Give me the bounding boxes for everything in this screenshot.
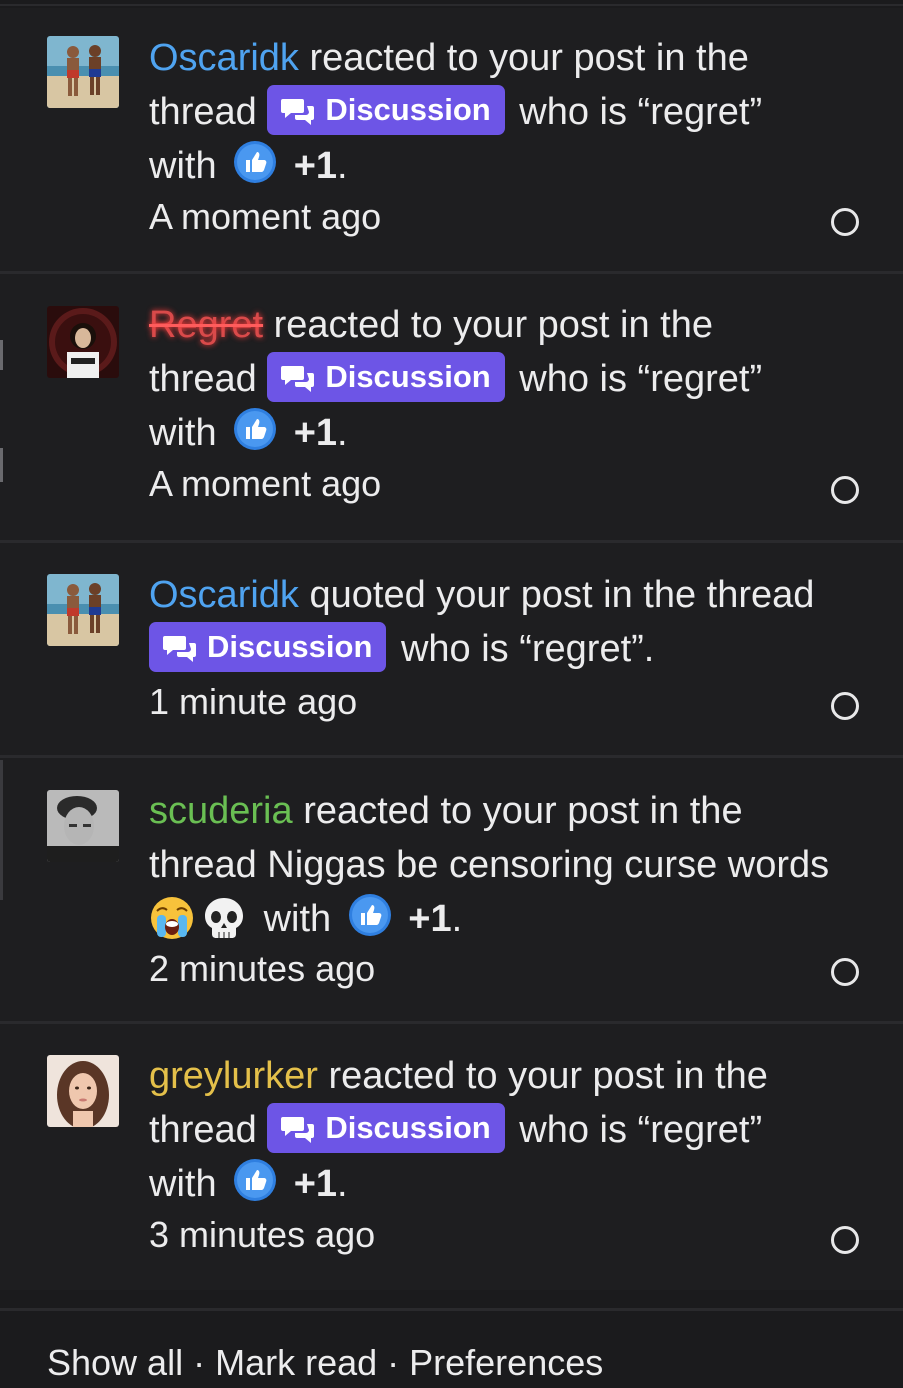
notification-item[interactable]: greylurker reacted to your post in the t… [0, 1024, 903, 1290]
thread-title-link[interactable]: who is “regret” [519, 358, 762, 400]
thread-title-link[interactable]: who is “regret” [519, 1109, 762, 1151]
thumbs-up-icon [234, 1159, 277, 1201]
chat-icon [281, 366, 315, 392]
thumbs-up-icon [348, 894, 391, 936]
thread-title-link[interactable]: who is “regret”. [401, 628, 654, 670]
notification-text: Oscaridk quoted your post in the thread … [149, 568, 869, 676]
timestamp: A moment ago [149, 463, 382, 504]
thread-title-link[interactable]: thread Niggas be censoring curse words [149, 844, 829, 886]
thread-prefix-badge[interactable]: Discussion [267, 352, 505, 402]
action-text: reacted to your post in the [317, 1055, 768, 1097]
action-text: reacted to your post in the [263, 304, 713, 346]
end-punct: . [451, 898, 463, 940]
show-all-link[interactable]: Show all [47, 1342, 183, 1383]
mark-read-toggle[interactable] [831, 692, 859, 720]
end-punct: . [337, 145, 348, 187]
action-text: reacted to your post in the [298, 37, 749, 79]
with-text: with [263, 898, 332, 940]
timestamp: 3 minutes ago [149, 1214, 376, 1255]
mark-read-toggle[interactable] [831, 958, 859, 986]
timestamp: 1 minute ago [149, 681, 358, 722]
timestamp: 2 minutes ago [149, 948, 376, 989]
avatar[interactable] [47, 574, 119, 646]
scroll-edge [0, 760, 3, 900]
chat-icon [281, 1117, 315, 1143]
scroll-edge [0, 448, 3, 482]
thread-prefix: thread [149, 358, 257, 400]
with-text: with [149, 145, 217, 187]
thumbs-up-icon [234, 408, 277, 450]
chat-icon [281, 99, 315, 125]
crying-face-icon [151, 897, 193, 939]
mark-read-toggle[interactable] [831, 208, 859, 236]
separator-dot: · [387, 1342, 400, 1383]
avatar[interactable] [47, 306, 119, 378]
username-link[interactable]: scuderia [149, 790, 293, 832]
notification-text: scuderia reacted to your post in the thr… [149, 784, 869, 946]
reaction-label: +1 [408, 898, 452, 940]
divider [0, 1308, 903, 1311]
badge-label: Discussion [207, 629, 373, 664]
thread-prefix-badge[interactable]: Discussion [267, 1103, 505, 1153]
reaction-label: +1 [293, 1163, 338, 1205]
skull-icon [205, 898, 243, 938]
notification-text: greylurker reacted to your post in the t… [149, 1049, 869, 1211]
notifications-panel: Oscaridk reacted to your post in the thr… [0, 0, 903, 1388]
notification-text: Regret reacted to your post in the threa… [149, 298, 869, 460]
notification-item[interactable]: Oscaridk reacted to your post in the thr… [0, 8, 903, 271]
thumbs-up-icon [234, 141, 277, 183]
with-text: with [149, 412, 217, 454]
mark-read-link[interactable]: Mark read [215, 1342, 377, 1383]
mark-read-toggle[interactable] [831, 476, 859, 504]
username-link[interactable]: Oscaridk [149, 574, 299, 616]
thread-prefix-badge[interactable]: Discussion [149, 622, 387, 672]
notification-item[interactable]: Regret reacted to your post in the threa… [0, 274, 903, 540]
reaction-label: +1 [293, 145, 338, 187]
username-link[interactable]: Oscaridk [149, 37, 299, 79]
with-text: with [149, 1163, 217, 1205]
thread-title-link[interactable]: who is “regret” [519, 91, 762, 133]
avatar[interactable] [47, 36, 119, 108]
reaction-label: +1 [293, 412, 338, 454]
notification-item[interactable]: scuderia reacted to your post in the thr… [0, 758, 903, 1021]
timestamp: A moment ago [149, 196, 382, 237]
username-link[interactable]: greylurker [149, 1055, 318, 1097]
footer-links: Show all · Mark read · Preferences [47, 1342, 603, 1384]
notification-text: Oscaridk reacted to your post in the thr… [149, 31, 869, 193]
mark-read-toggle[interactable] [831, 1226, 859, 1254]
chat-icon [163, 636, 196, 662]
thread-prefix-badge[interactable]: Discussion [267, 85, 505, 135]
username-link[interactable]: Regret [149, 304, 263, 346]
badge-label: Discussion [325, 1110, 491, 1145]
end-punct: . [337, 412, 348, 454]
divider [0, 4, 903, 6]
preferences-link[interactable]: Preferences [409, 1342, 603, 1383]
end-punct: . [337, 1163, 348, 1205]
scroll-edge [0, 340, 3, 370]
notification-item[interactable]: Oscaridk quoted your post in the thread … [0, 543, 903, 755]
avatar[interactable] [47, 790, 119, 862]
action-text: reacted to your post in the [292, 790, 743, 832]
thread-prefix: thread [149, 1109, 257, 1151]
avatar[interactable] [47, 1055, 119, 1127]
action-text: quoted your post in the thread [298, 574, 815, 616]
thread-prefix: thread [149, 91, 257, 133]
badge-label: Discussion [325, 92, 491, 127]
badge-label: Discussion [325, 359, 491, 394]
separator-dot: · [193, 1342, 206, 1383]
